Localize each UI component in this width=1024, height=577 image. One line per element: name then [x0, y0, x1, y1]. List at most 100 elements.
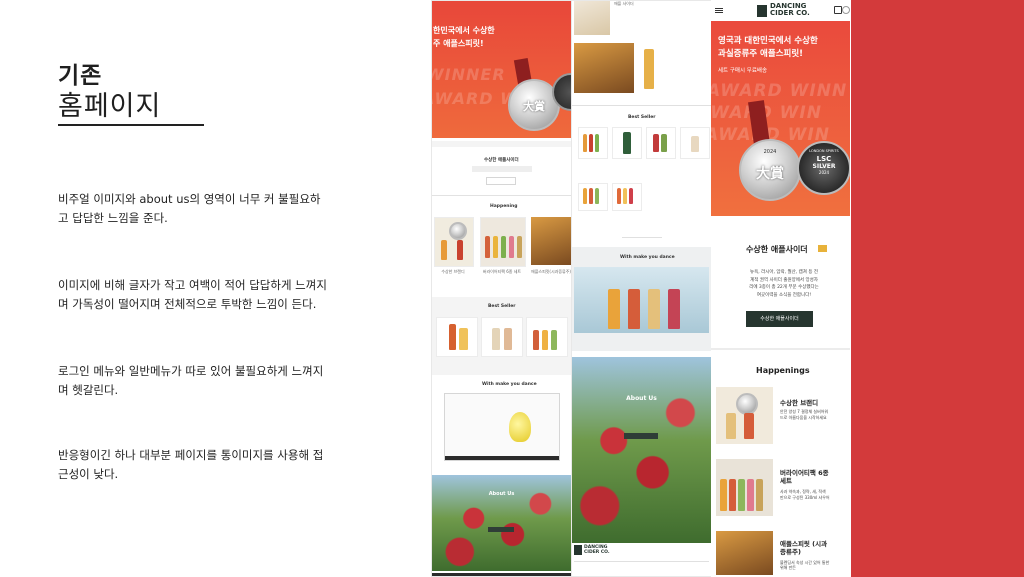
- mobile-item-3-title[interactable]: 애플스피릿 (시과증류주): [780, 540, 832, 556]
- footer-logo-mark: [574, 545, 582, 555]
- bottle: [583, 134, 587, 152]
- desktop-screenshot-middle: 애플 사이더 Best Seller With make you dance A…: [571, 0, 712, 577]
- bottle: [744, 413, 754, 439]
- footer-logo-line2: CIDER CO.: [584, 550, 610, 555]
- best-item-6[interactable]: [612, 183, 642, 211]
- bottle: [504, 328, 512, 350]
- medal-label: 大賞: [523, 100, 545, 113]
- divider: [432, 195, 571, 196]
- splash-image: [509, 412, 531, 442]
- best-item-1[interactable]: [578, 127, 608, 159]
- bottle: [459, 328, 468, 350]
- best-product-2[interactable]: [481, 317, 523, 357]
- award-text-placeholder: [472, 166, 532, 172]
- product-photo-gold: [574, 43, 634, 93]
- bottle: [509, 236, 514, 258]
- page-title-line2: 홈페이지: [58, 91, 162, 122]
- about-us-title: About Us: [488, 491, 515, 497]
- happening-card-1[interactable]: [434, 217, 474, 267]
- video-controls-bar[interactable]: [445, 456, 559, 460]
- best-product-1[interactable]: [436, 317, 478, 357]
- about-us-button[interactable]: [624, 433, 658, 439]
- bottle: [457, 240, 463, 260]
- watermark: AWARD WINN: [711, 81, 848, 101]
- about-us-button[interactable]: [488, 527, 514, 532]
- user-icon[interactable]: [842, 6, 850, 14]
- best-product-3[interactable]: [526, 317, 568, 357]
- section-best-title: Best Seller: [628, 115, 656, 120]
- mobile-item-3-photo[interactable]: [716, 531, 773, 575]
- bottle: [738, 479, 745, 511]
- mobile-item-1-photo[interactable]: [716, 387, 773, 444]
- bottle: [668, 289, 680, 329]
- bottle: [501, 236, 506, 258]
- happening-item-2[interactable]: 버라이어티팩 6종 세트: [480, 269, 524, 275]
- bottle: [691, 136, 699, 152]
- mobile-item-3-desc: 블렌딩서 숙성 시간 있어 통한 위해 만든: [780, 560, 830, 570]
- best-item-3[interactable]: [646, 127, 676, 159]
- bottle: [493, 236, 498, 258]
- title-underline: [58, 124, 204, 126]
- bottle: [648, 289, 660, 329]
- pagination-line[interactable]: [622, 237, 662, 238]
- mobile-item-2-title[interactable]: 버라이어티팩 6종 세트: [780, 469, 832, 485]
- hamburger-icon[interactable]: [715, 8, 723, 9]
- happening-card-2[interactable]: [480, 217, 526, 267]
- footer-divider: [574, 561, 709, 562]
- desktop-screenshot-left: 한민국에서 수상한 주 애플스피릿! WINNER AWARD WINNER 大…: [431, 0, 572, 577]
- about-us-photo: About Us: [432, 475, 571, 571]
- top-product-photo: [574, 1, 610, 35]
- best-item-5[interactable]: [578, 183, 608, 211]
- section-happening-title: Happening: [490, 204, 518, 209]
- hero-line2: 주 애플스피릿!: [433, 39, 484, 48]
- best-item-4[interactable]: [680, 127, 710, 159]
- divider: [711, 348, 850, 350]
- mobile-item-1-desc: 안전 양성 7 결정체 실버어워드로 아름다움을 시작하세요: [780, 409, 829, 420]
- happening-card-3[interactable]: [531, 217, 571, 265]
- about-us-title: About Us: [626, 395, 657, 402]
- mobile-item-2-desc: 사과 약속과, 정략, 새, 적색 만으로 구성된 330ml 샤우어: [780, 489, 830, 500]
- bottle: [551, 330, 557, 350]
- badge-icon: [818, 245, 827, 252]
- footer-strip: [432, 573, 571, 576]
- bottle: [595, 188, 599, 204]
- bottle: [449, 324, 456, 350]
- about-us-photo: About Us: [572, 357, 711, 543]
- top-product-label: 애플 사이더: [614, 1, 634, 6]
- mobile-award-button[interactable]: 수상한 애플사이더: [746, 311, 813, 327]
- best-item-2[interactable]: [612, 127, 642, 159]
- bottle: [653, 134, 659, 152]
- bottle: [629, 188, 633, 204]
- mobile-item-1-title[interactable]: 수상한 브랜디: [780, 397, 818, 407]
- bottle: [533, 330, 539, 350]
- section-award-title: 수상한 애플사이더: [484, 158, 519, 163]
- logo-mark: [757, 5, 767, 17]
- note-4: 반응형이긴 하나 대부분 페이지를 통이미지를 사용해 접근성이 낮다.: [58, 448, 324, 481]
- london-spirits-badge: LONDON SPIRITS LSC SILVER 2024: [797, 141, 850, 195]
- bottle: [747, 479, 754, 511]
- note-1: 비주얼 이미지와 about us의 영역이 너무 커 불필요하고 답답한 느낌…: [58, 192, 321, 225]
- mobile-hero-line1: 영국과 대한민국에서 수상한: [718, 36, 818, 46]
- section-with-title: With make you dance: [620, 255, 675, 260]
- bottle: [542, 330, 548, 350]
- bottle: [589, 188, 593, 204]
- bottle: [726, 413, 736, 439]
- bottle: [661, 134, 667, 152]
- logo-line2: CIDER CO.: [770, 9, 810, 17]
- bottle: [623, 188, 627, 204]
- divider: [572, 105, 711, 106]
- ice-bottles-photo: [574, 267, 709, 333]
- medal-year: 2024: [763, 149, 777, 155]
- medal-label: 大賞: [756, 166, 784, 182]
- mobile-section-award: 수상한 애플사이더: [746, 245, 808, 254]
- bottle: [729, 479, 736, 511]
- bottle: [517, 236, 522, 258]
- award-button[interactable]: [486, 177, 516, 185]
- happening-item-1[interactable]: 수상한 브랜디: [434, 269, 472, 275]
- badge-line2: LSC: [816, 155, 832, 163]
- logo-text[interactable]: DANCING CIDER CO.: [770, 3, 840, 17]
- mobile-item-2-photo[interactable]: [716, 459, 773, 516]
- happening-item-3[interactable]: 애플스피릿(시과증류주): [531, 269, 571, 275]
- note-3: 로그인 메뉴와 일반메뉴가 따로 있어 불필요하게 느껴지며 헷갈린다.: [58, 364, 324, 397]
- video-player[interactable]: [444, 393, 560, 461]
